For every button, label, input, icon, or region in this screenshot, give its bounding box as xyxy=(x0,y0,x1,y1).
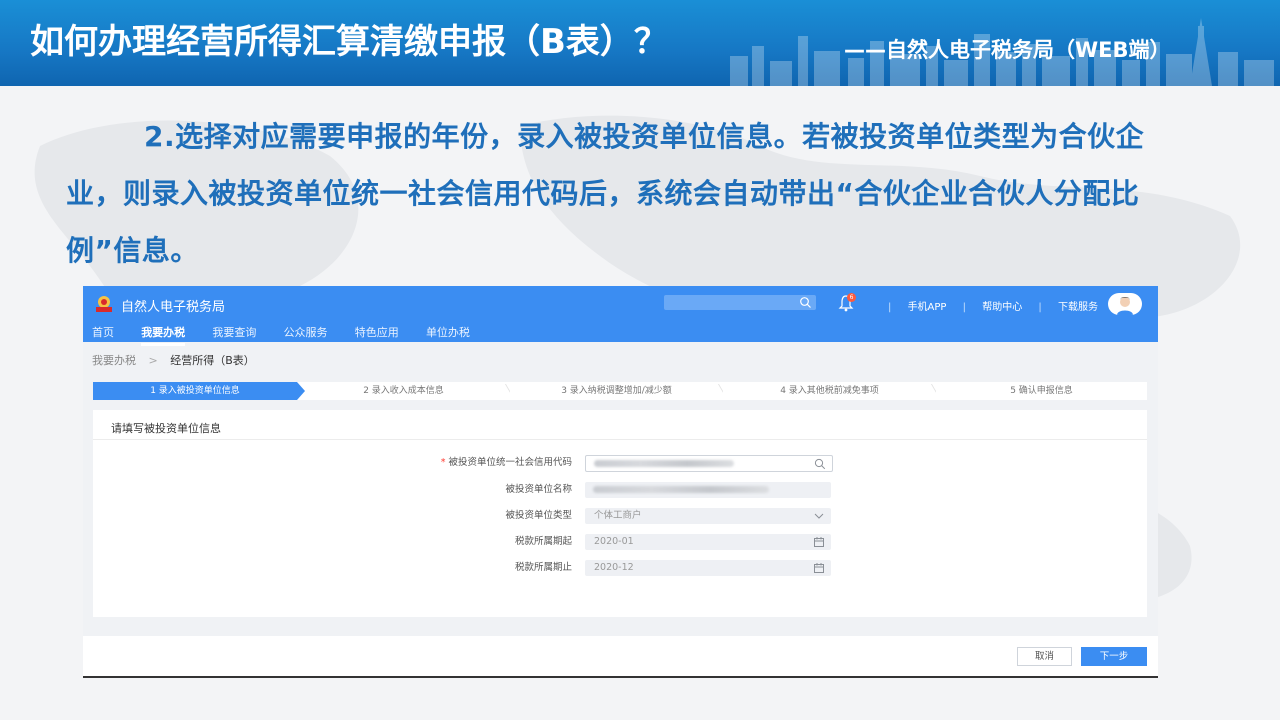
avatar[interactable] xyxy=(1108,293,1142,315)
field-row-credit-code: * 被投资单位统一社会信用代码 xyxy=(93,455,1147,472)
step-3[interactable]: 3 录入纳税调整增加/减少额 xyxy=(510,382,728,400)
field-label-text: 被投资单位统一社会信用代码 xyxy=(448,457,572,468)
nav-file-tax[interactable]: 我要办税 xyxy=(141,324,186,346)
field-row-unit-name: 被投资单位名称 xyxy=(93,482,1147,498)
step-label: 3 录入纳税调整增加/减少额 xyxy=(561,386,672,396)
redacted-value xyxy=(593,486,769,493)
slide-subtitle: ——自然人电子税务局（WEB端） xyxy=(844,38,1171,62)
credit-code-input[interactable] xyxy=(585,455,833,472)
slide-header: 如何办理经营所得汇算清缴申报（B表）？ ——自然人电子税务局（WEB端） xyxy=(0,0,1280,86)
step-5[interactable]: 5 确认申报信息 xyxy=(936,382,1147,400)
field-label: 税款所属期止 xyxy=(373,560,572,576)
next-step-button[interactable]: 下一步 xyxy=(1081,647,1147,666)
link-download-service[interactable]: 下载服务 xyxy=(1058,302,1098,313)
link-help-center[interactable]: 帮助中心 xyxy=(982,302,1022,313)
calendar-icon xyxy=(814,563,824,573)
step-label: 1 录入被投资单位信息 xyxy=(150,386,240,396)
step-progress: 1 录入被投资单位信息 2 录入收入成本信息 3 录入纳税调整增加/减少额 4 … xyxy=(93,382,1147,400)
app-topbar: 自然人电子税务局 6 | 手机APP | 帮助中心 | 下载服务 首页 我要办税… xyxy=(83,286,1158,346)
unit-type-value: 个体工商户 xyxy=(594,510,642,521)
field-label: 税款所属期起 xyxy=(373,534,572,550)
separator: | xyxy=(888,302,892,313)
notification-badge: 6 xyxy=(847,293,856,302)
breadcrumb-item[interactable]: 我要办税 xyxy=(92,354,136,367)
tax-app-window: 自然人电子税务局 6 | 手机APP | 帮助中心 | 下载服务 首页 我要办税… xyxy=(83,286,1158,678)
step-label: 2 录入收入成本信息 xyxy=(363,386,444,396)
chevron-right-icon: > xyxy=(148,354,158,367)
field-label: 被投资单位类型 xyxy=(373,508,572,524)
tax-emblem-icon xyxy=(96,296,112,312)
redacted-value xyxy=(594,460,734,467)
field-label-text: 被投资单位类型 xyxy=(505,510,572,521)
field-row-period-start: 税款所属期起 2020-01 xyxy=(93,534,1147,550)
chevron-down-icon xyxy=(814,513,824,519)
cancel-button[interactable]: 取消 xyxy=(1017,647,1072,666)
step-label: 4 录入其他税前减免事项 xyxy=(780,386,879,396)
slide-title: 如何办理经营所得汇算清缴申报（B表）？ xyxy=(30,22,668,62)
step-label: 5 确认申报信息 xyxy=(1010,386,1073,396)
top-links: | 手机APP | 帮助中心 | 下载服务 xyxy=(875,298,1098,313)
field-row-period-end: 税款所属期止 2020-12 xyxy=(93,560,1147,576)
field-label: * 被投资单位统一社会信用代码 xyxy=(373,455,572,471)
calendar-icon xyxy=(814,537,824,547)
field-label-text: 被投资单位名称 xyxy=(505,484,572,495)
form-footer: 取消 下一步 xyxy=(83,636,1158,676)
form-panel: 请填写被投资单位信息 * 被投资单位统一社会信用代码 被投资单位名称 被投资单位类… xyxy=(93,410,1147,617)
breadcrumb-current: 经营所得（B表） xyxy=(170,354,255,367)
field-label-text: 税款所属期起 xyxy=(514,536,572,547)
nav-featured-apps[interactable]: 特色应用 xyxy=(355,324,399,340)
field-label-text: 税款所属期止 xyxy=(514,562,572,573)
unit-name-field xyxy=(585,482,831,498)
search-input[interactable] xyxy=(664,295,816,310)
user-avatar-icon xyxy=(1117,297,1133,315)
period-start-value: 2020-01 xyxy=(594,536,634,547)
divider xyxy=(93,439,1147,440)
app-name: 自然人电子税务局 xyxy=(121,300,226,315)
period-start-field[interactable]: 2020-01 xyxy=(585,534,831,550)
nav-query[interactable]: 我要查询 xyxy=(212,324,256,340)
link-mobile-app[interactable]: 手机APP xyxy=(908,302,947,313)
step-arrow xyxy=(297,382,305,400)
step-2[interactable]: 2 录入收入成本信息 xyxy=(297,382,515,400)
period-end-value: 2020-12 xyxy=(594,562,634,573)
nav-public-service[interactable]: 公众服务 xyxy=(284,324,328,340)
breadcrumb: 我要办税 > 经营所得（B表） xyxy=(92,352,255,368)
field-row-unit-type: 被投资单位类型 个体工商户 xyxy=(93,508,1147,524)
separator: | xyxy=(1038,302,1042,313)
field-label: 被投资单位名称 xyxy=(373,482,572,498)
required-mark: * xyxy=(440,457,446,468)
search-icon[interactable] xyxy=(799,296,812,309)
step-1[interactable]: 1 录入被投资单位信息 xyxy=(93,382,305,400)
search-icon[interactable] xyxy=(814,458,826,470)
unit-type-select[interactable]: 个体工商户 xyxy=(585,508,831,524)
step-4[interactable]: 4 录入其他税前减免事项 xyxy=(723,382,941,400)
nav-home[interactable]: 首页 xyxy=(92,324,114,340)
main-nav: 首页 我要办税 我要查询 公众服务 特色应用 单位办税 xyxy=(92,324,494,346)
nav-unit-tax[interactable]: 单位办税 xyxy=(426,324,470,340)
separator: | xyxy=(962,302,967,313)
panel-title: 请填写被投资单位信息 xyxy=(111,422,221,435)
instruction-text: 2.选择对应需要申报的年份，录入被投资单位信息。若被投资单位类型为合伙企业，则录… xyxy=(66,120,1145,267)
period-end-field[interactable]: 2020-12 xyxy=(585,560,831,576)
